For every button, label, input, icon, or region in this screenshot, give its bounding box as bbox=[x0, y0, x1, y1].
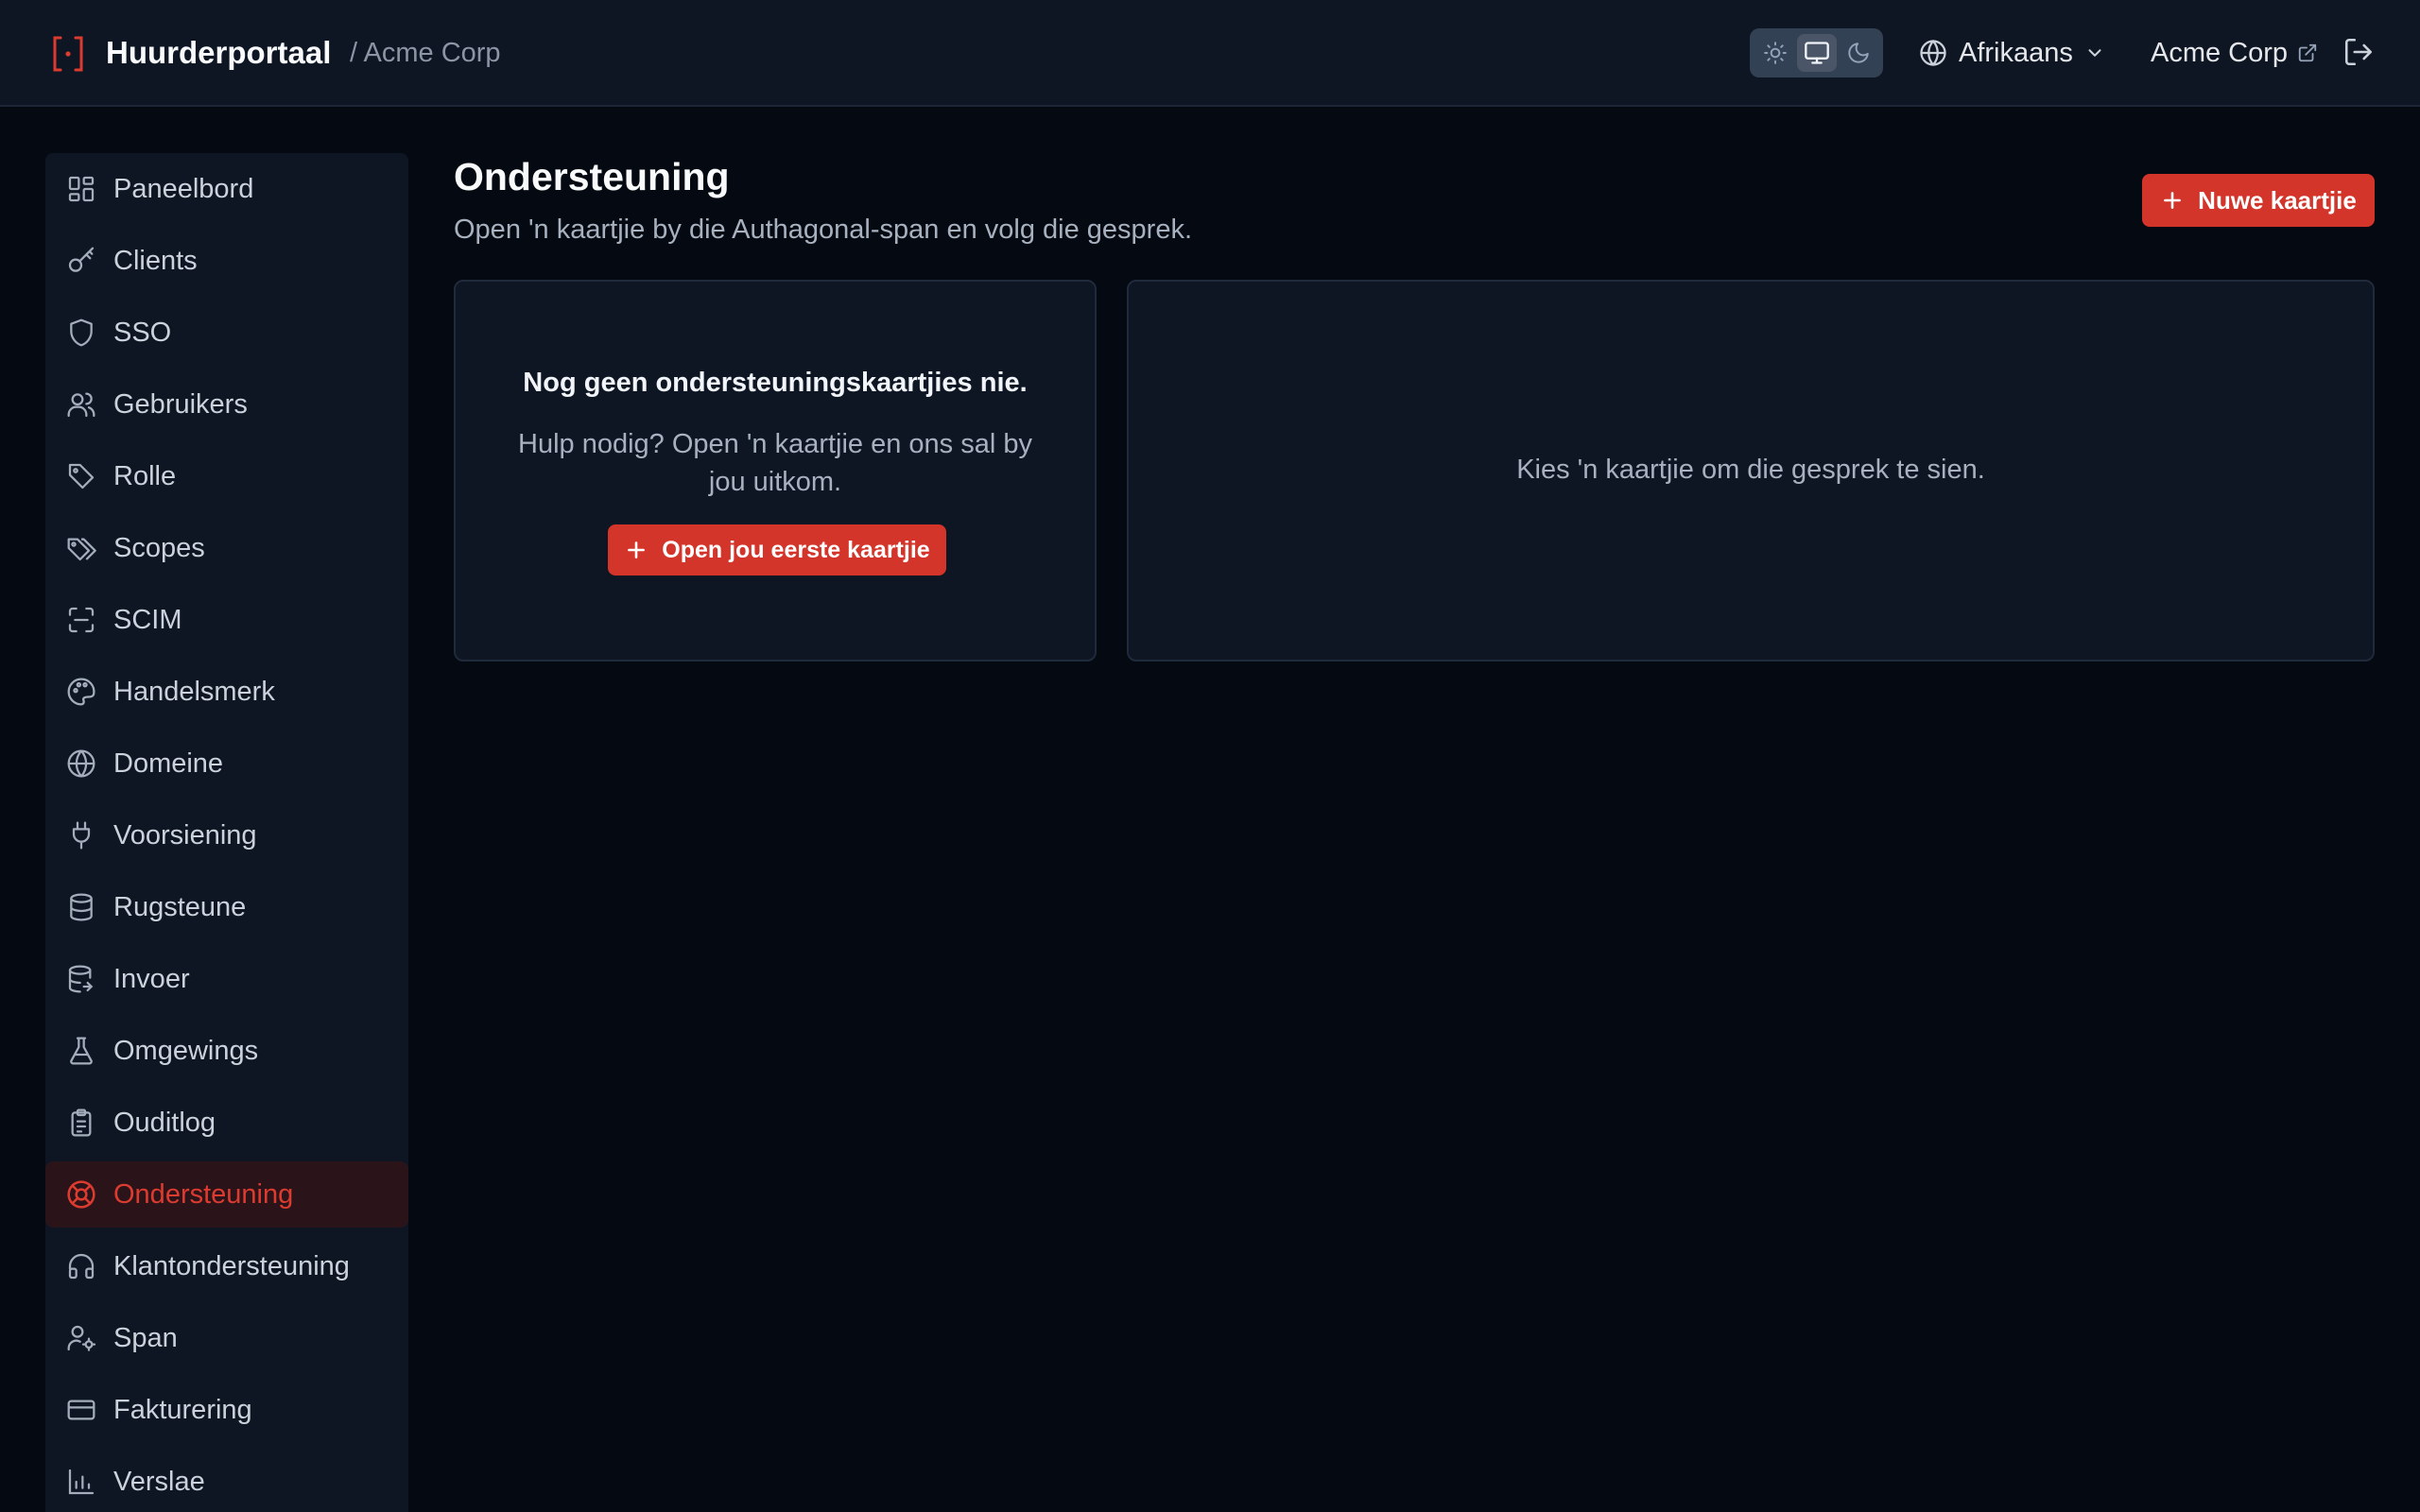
plug-icon bbox=[66, 820, 96, 850]
sidebar-item-label: Rolle bbox=[113, 461, 177, 491]
breadcrumb: / Acme Corp bbox=[350, 38, 501, 68]
sidebar-item-label: Paneelbord bbox=[113, 174, 254, 204]
database-icon bbox=[66, 892, 96, 922]
language-label: Afrikaans bbox=[1959, 37, 2073, 68]
tags-icon bbox=[66, 533, 96, 563]
flask-icon bbox=[66, 1036, 96, 1066]
sidebar-item-scopes[interactable]: Scopes bbox=[45, 515, 408, 581]
open-first-ticket-button[interactable]: Open jou eerste kaartjie bbox=[608, 524, 946, 576]
org-name: Acme Corp bbox=[2151, 37, 2289, 68]
database-import-icon bbox=[66, 964, 96, 994]
logout-icon bbox=[2342, 36, 2377, 68]
brand-title[interactable]: Huurderportaal bbox=[106, 34, 331, 72]
sidebar-item-scim[interactable]: SCIM bbox=[45, 587, 408, 653]
sidebar-item-label: Gebruikers bbox=[113, 389, 248, 420]
sidebar-item-label: Verslae bbox=[113, 1467, 205, 1497]
shield-icon bbox=[66, 318, 96, 348]
sidebar-item-ondersteuning[interactable]: Ondersteuning bbox=[45, 1161, 408, 1228]
headphones-icon bbox=[66, 1251, 96, 1281]
moon-icon bbox=[1846, 41, 1871, 65]
globe-icon bbox=[1919, 39, 1947, 67]
sun-icon bbox=[1763, 41, 1788, 65]
sidebar-item-label: Rugsteune bbox=[113, 892, 247, 922]
org-link[interactable]: Acme Corp bbox=[2151, 28, 2318, 77]
chevron-down-icon bbox=[2084, 43, 2105, 63]
sidebar-item-label: SCIM bbox=[113, 605, 182, 635]
new-ticket-label: Nuwe kaartjie bbox=[2198, 185, 2357, 215]
language-select[interactable]: Afrikaans bbox=[1919, 28, 2105, 77]
theme-dark-button[interactable] bbox=[1839, 34, 1878, 72]
sidebar-item-ouditlog[interactable]: Ouditlog bbox=[45, 1090, 408, 1156]
sidebar-item-omgewings[interactable]: Omgewings bbox=[45, 1018, 408, 1084]
sidebar-item-rugsteune[interactable]: Rugsteune bbox=[45, 874, 408, 940]
sidebar-item-voorsiening[interactable]: Voorsiening bbox=[45, 802, 408, 868]
sidebar-item-fakturering[interactable]: Fakturering bbox=[45, 1377, 408, 1443]
sidebar-item-label: Fakturering bbox=[113, 1395, 252, 1425]
ticket-detail-panel: Kies 'n kaartjie om die gesprek te sien. bbox=[1127, 280, 2375, 662]
sidebar: Paneelbord Clients SSO Gebruikers Rolle … bbox=[45, 153, 408, 1512]
sidebar-item-label: Ouditlog bbox=[113, 1108, 216, 1138]
key-icon bbox=[66, 246, 96, 276]
scan-icon bbox=[66, 605, 96, 635]
plus-icon bbox=[2160, 188, 2185, 213]
sidebar-item-clients[interactable]: Clients bbox=[45, 228, 408, 294]
tickets-list-panel: Nog geen ondersteuningskaartjies nie. Hu… bbox=[454, 280, 1097, 662]
sidebar-item-label: Invoer bbox=[113, 964, 190, 994]
sidebar-item-label: Voorsiening bbox=[113, 820, 257, 850]
sidebar-item-gebruikers[interactable]: Gebruikers bbox=[45, 371, 408, 438]
bar-chart-icon bbox=[66, 1467, 96, 1497]
sidebar-item-label: Omgewings bbox=[113, 1036, 259, 1066]
tag-icon bbox=[66, 461, 96, 491]
theme-system-button[interactable] bbox=[1797, 34, 1837, 72]
sidebar-item-klantondersteuning[interactable]: Klantondersteuning bbox=[45, 1233, 408, 1299]
brand-logo-icon bbox=[51, 35, 85, 73]
page-subtitle: Open 'n kaartjie by die Authagonal-span … bbox=[454, 215, 1193, 245]
plus-icon bbox=[624, 538, 648, 562]
new-ticket-button[interactable]: Nuwe kaartjie bbox=[2142, 174, 2375, 227]
empty-state-description: Hulp nodig? Open 'n kaartjie en ons sal … bbox=[518, 429, 1032, 497]
monitor-icon bbox=[1804, 40, 1830, 66]
lifebuoy-icon bbox=[66, 1179, 96, 1210]
sidebar-item-invoer[interactable]: Invoer bbox=[45, 946, 408, 1012]
theme-switcher bbox=[1750, 28, 1883, 77]
sidebar-item-label: Clients bbox=[113, 246, 198, 276]
theme-light-button[interactable] bbox=[1755, 34, 1795, 72]
sidebar-item-label: Klantondersteuning bbox=[113, 1251, 350, 1281]
sidebar-item-label: Handelsmerk bbox=[113, 677, 275, 707]
empty-state-title: Nog geen ondersteuningskaartjies nie. bbox=[523, 368, 1028, 398]
clipboard-icon bbox=[66, 1108, 96, 1138]
sidebar-item-rolle[interactable]: Rolle bbox=[45, 443, 408, 509]
external-link-icon bbox=[2297, 43, 2318, 63]
logout-button[interactable] bbox=[2342, 36, 2377, 70]
detail-empty-hint: Kies 'n kaartjie om die gesprek te sien. bbox=[1516, 455, 1985, 485]
users-icon bbox=[66, 389, 96, 420]
sidebar-item-verslae[interactable]: Verslae bbox=[45, 1449, 408, 1512]
sidebar-item-paneelbord[interactable]: Paneelbord bbox=[45, 156, 408, 222]
sidebar-item-handelsmerk[interactable]: Handelsmerk bbox=[45, 659, 408, 725]
sidebar-item-label: Domeine bbox=[113, 748, 224, 779]
open-first-ticket-label: Open jou eerste kaartjie bbox=[662, 536, 930, 563]
sidebar-item-domeine[interactable]: Domeine bbox=[45, 730, 408, 797]
sidebar-item-label: SSO bbox=[113, 318, 172, 348]
sidebar-item-sso[interactable]: SSO bbox=[45, 300, 408, 366]
top-bar: Huurderportaal / Acme Corp Afrikaans Acm… bbox=[0, 0, 2420, 107]
dashboard-icon bbox=[66, 174, 96, 204]
sidebar-item-label: Ondersteuning bbox=[113, 1179, 294, 1210]
credit-card-icon bbox=[66, 1395, 96, 1425]
sidebar-item-label: Span bbox=[113, 1323, 178, 1353]
user-cog-icon bbox=[66, 1323, 96, 1353]
globe-icon bbox=[66, 748, 96, 779]
palette-icon bbox=[66, 677, 96, 707]
sidebar-item-label: Scopes bbox=[113, 533, 205, 563]
sidebar-item-span[interactable]: Span bbox=[45, 1305, 408, 1371]
page-title: Ondersteuning bbox=[454, 155, 730, 198]
